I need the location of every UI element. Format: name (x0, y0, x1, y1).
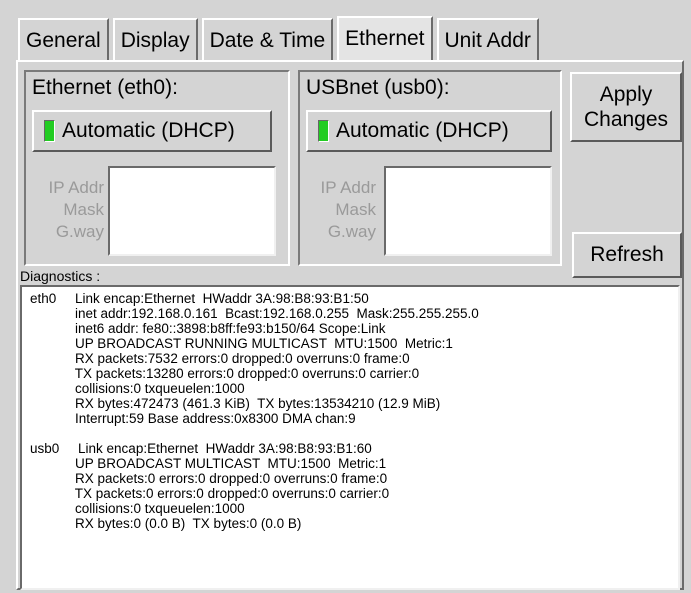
diagnostics-line: inet6 addr: fe80::3898:b8ff:fe93:b150/64… (30, 321, 386, 336)
diagnostics-line: UP BROADCAST RUNNING MULTICAST MTU:1500 … (30, 336, 453, 351)
diagnostics-line: TX packets:0 errors:0 dropped:0 overruns… (30, 486, 390, 501)
eth0-group: Ethernet (eth0): Automatic (DHCP) IP Add… (24, 70, 290, 266)
usb0-gateway-label: G.way (327, 222, 376, 241)
eth0-mask-label: Mask (63, 200, 104, 219)
tab-ethernet[interactable]: Ethernet (337, 16, 433, 62)
diagnostics-label: Diagnostics : (20, 268, 101, 284)
diagnostics-line: inet addr:192.168.0.161 Bcast:192.168.0.… (30, 306, 479, 321)
usb0-group: USBnet (usb0): Automatic (DHCP) IP Addr … (298, 70, 562, 266)
diagnostics-line: RX packets:7532 errors:0 dropped:0 overr… (30, 351, 410, 366)
refresh-button[interactable]: Refresh (572, 232, 682, 278)
tab-date-time[interactable]: Date & Time (201, 18, 334, 60)
diagnostics-line: collisions:0 txqueuelen:1000 (30, 501, 245, 516)
usb0-mask-label: Mask (335, 200, 376, 219)
eth0-mode-button[interactable]: Automatic (DHCP) (32, 110, 272, 152)
diagnostics-line: collisions:0 txqueuelen:1000 (30, 381, 245, 396)
apply-changes-button[interactable]: Apply Changes (570, 72, 682, 142)
eth0-ip-label: IP Addr (48, 178, 104, 197)
led-on-icon (44, 120, 55, 142)
usb0-ip-fields[interactable] (384, 166, 552, 256)
tab-bar: General Display Date & Time Ethernet Uni… (18, 16, 543, 62)
tab-display[interactable]: Display (112, 18, 198, 60)
usb0-mode-button[interactable]: Automatic (DHCP) (306, 110, 552, 152)
eth0-mode-label: Automatic (DHCP) (62, 119, 235, 142)
eth0-ip-fields[interactable] (108, 166, 276, 256)
diagnostics-line: TX packets:13280 errors:0 dropped:0 over… (30, 366, 420, 381)
diagnostics-line: RX packets:0 errors:0 dropped:0 overruns… (30, 471, 388, 486)
usb0-mode-label: Automatic (DHCP) (336, 119, 509, 142)
diagnostics-line: eth0 Link encap:Ethernet HWaddr 3A:98:B8… (30, 291, 369, 306)
diagnostics-line: RX bytes:0 (0.0 B) TX bytes:0 (0.0 B) (30, 516, 302, 531)
led-on-icon (318, 120, 329, 142)
apply-changes-label-line2: Changes (583, 108, 669, 131)
usb0-ip-label: IP Addr (320, 178, 376, 197)
usb0-title: USBnet (usb0): (306, 76, 450, 99)
apply-changes-label-line1: Apply (599, 83, 653, 106)
tab-unit-addr[interactable]: Unit Addr (436, 18, 539, 60)
diagnostics-line: Interrupt:59 Base address:0x8300 DMA cha… (30, 411, 356, 426)
eth0-gateway-label: G.way (55, 222, 104, 241)
diagnostics-line: UP BROADCAST MULTICAST MTU:1500 Metric:1 (30, 456, 387, 471)
eth0-title: Ethernet (eth0): (32, 76, 178, 99)
diagnostics-output[interactable]: eth0 Link encap:Ethernet HWaddr 3A:98:B8… (20, 285, 680, 590)
diagnostics-line: RX bytes:472473 (461.3 KiB) TX bytes:135… (30, 396, 441, 411)
refresh-label: Refresh (590, 243, 664, 266)
tab-general[interactable]: General (18, 18, 109, 60)
diagnostics-line: usb0 Link encap:Ethernet HWaddr 3A:98:B8… (30, 441, 372, 456)
